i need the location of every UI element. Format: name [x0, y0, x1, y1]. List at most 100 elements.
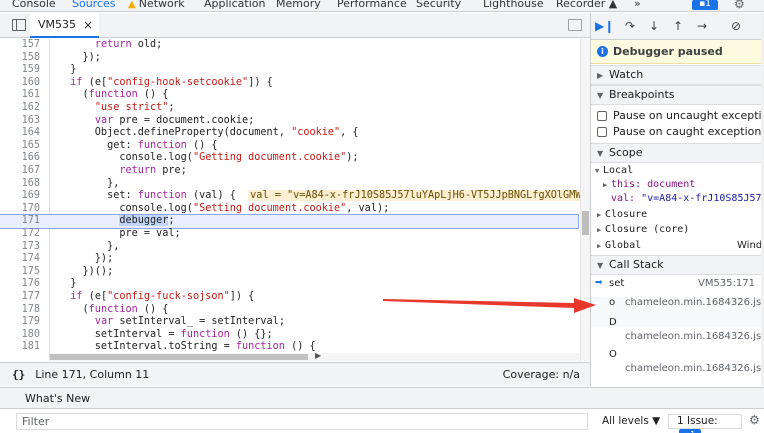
deactivate-breakpoints-icon[interactable]: ⊘	[727, 18, 745, 34]
expand-arrow-icon: ▶	[597, 211, 602, 219]
breakpoints-section-header[interactable]: ▼ Breakpoints	[591, 85, 764, 105]
line-number[interactable]: 176	[0, 278, 40, 291]
checkbox[interactable]	[597, 126, 607, 137]
scope-local[interactable]: ▼ Local	[595, 165, 633, 176]
step-into-icon[interactable]: ↓	[645, 18, 663, 34]
line-number[interactable]: 175	[0, 266, 40, 279]
pause-uncaught-option[interactable]: Pause on uncaught exceptions	[597, 109, 764, 122]
issues-badge[interactable]: ▪1	[692, 0, 718, 10]
line-number[interactable]: 169	[0, 190, 40, 203]
line-number[interactable]: 170	[0, 203, 40, 216]
code-line[interactable]: 173 },	[0, 241, 578, 254]
scope-closure-core[interactable]: ▶ Closure (core)	[597, 224, 689, 235]
code-line[interactable]: 178 (function () {	[0, 304, 578, 317]
scope-closure[interactable]: ▶ Closure	[597, 209, 647, 220]
code-line[interactable]: 175 })();	[0, 266, 578, 279]
line-number[interactable]: 160	[0, 77, 40, 90]
line-number[interactable]: 172	[0, 228, 40, 241]
checkbox[interactable]	[597, 110, 607, 121]
tab-application[interactable]: Application	[204, 0, 265, 10]
scroll-thumb[interactable]	[50, 354, 308, 360]
line-number[interactable]: 162	[0, 102, 40, 115]
tab-lighthouse[interactable]: Lighthouse	[483, 0, 544, 10]
toggle-navigator-icon[interactable]	[12, 19, 26, 31]
line-number[interactable]: 161	[0, 89, 40, 102]
line-number[interactable]: 166	[0, 152, 40, 165]
scope-val[interactable]: val: "v=A84-x-frJ10S85J57luYApLjH6-VT5JJ…	[611, 193, 764, 204]
code-line[interactable]: 180 setInterval = function () {};	[0, 329, 578, 342]
code-editor[interactable]: 157 return old; 158 }); 159 } 160 if (e["co…	[0, 39, 590, 361]
code-line[interactable]: 164 Object.defineProperty(document, "coo…	[0, 127, 578, 140]
line-number[interactable]: 177	[0, 291, 40, 304]
scope-section-header[interactable]: ▼ Scope	[591, 143, 764, 163]
line-number[interactable]: 163	[0, 115, 40, 128]
line-number[interactable]: 173	[0, 241, 40, 254]
call-stack-frame-o-upper[interactable]: O chameleon.min.1684326.js:1	[591, 349, 764, 379]
call-stack-frame-set[interactable]: ➡ set VM535:171	[591, 278, 764, 296]
code-line[interactable]: 166 console.log("Getting document.cookie…	[0, 152, 578, 165]
code-line[interactable]: 163 var pre = document.cookie;	[0, 115, 578, 128]
code-line[interactable]: 168 },	[0, 178, 578, 191]
file-tab-vm535[interactable]: VM535 ×	[30, 13, 100, 38]
line-number[interactable]: 174	[0, 253, 40, 266]
line-number[interactable]: 171	[0, 215, 40, 228]
code-line[interactable]: 165 get: function () {	[0, 140, 578, 153]
pause-caught-option[interactable]: Pause on caught exceptions	[597, 125, 764, 138]
step-out-icon[interactable]: ↑	[669, 18, 687, 34]
tab-memory[interactable]: Memory	[276, 0, 321, 10]
code-line[interactable]: 171 debugger;	[0, 214, 579, 229]
line-number[interactable]: 159	[0, 64, 40, 77]
code-line[interactable]: 176 }	[0, 278, 578, 291]
code-line[interactable]: 162 "use strict";	[0, 102, 578, 115]
scroll-right-icon[interactable]: ▶	[315, 351, 321, 360]
scope-global[interactable]: ▶GlobalWindow	[597, 240, 764, 251]
line-number[interactable]: 180	[0, 329, 40, 342]
resume-icon[interactable]: ▶❙	[595, 18, 614, 34]
watch-section-header[interactable]: ▶ Watch	[591, 65, 764, 85]
call-stack-frame-d[interactable]: D chameleon.min.1684326.js:1	[591, 317, 764, 347]
code-line[interactable]: 157 return old;	[0, 39, 578, 52]
line-number[interactable]: 178	[0, 304, 40, 317]
code-line[interactable]: 158 });	[0, 52, 578, 65]
line-number[interactable]: 181	[0, 341, 40, 354]
line-number[interactable]: 179	[0, 316, 40, 329]
whats-new-tab[interactable]: What's New	[25, 392, 90, 405]
tab-sources[interactable]: Sources	[72, 0, 116, 10]
code-line[interactable]: 174 });	[0, 253, 578, 266]
line-number[interactable]: 157	[0, 39, 40, 52]
toggle-debugger-sidebar-icon[interactable]	[568, 19, 582, 31]
code-line[interactable]: 161 (function () {	[0, 89, 578, 102]
console-settings-gear-icon[interactable]: ⚙	[749, 413, 760, 427]
scroll-thumb[interactable]	[582, 211, 589, 235]
code-line[interactable]: 160 if (e["config-hook-setcookie"]) {	[0, 77, 578, 90]
tab-recorder[interactable]: Recorder ▲	[556, 0, 617, 10]
code-line[interactable]: 172 pre = val;	[0, 228, 578, 241]
close-icon[interactable]: ×	[83, 18, 93, 32]
log-levels-dropdown[interactable]: All levels ▼	[602, 415, 660, 427]
line-number[interactable]: 165	[0, 140, 40, 153]
tab-security[interactable]: Security	[416, 0, 461, 10]
line-number[interactable]: 167	[0, 165, 40, 178]
line-number[interactable]: 158	[0, 52, 40, 65]
console-filter-input[interactable]: Filter	[16, 413, 588, 430]
pretty-print-icon[interactable]: {}	[12, 368, 25, 381]
more-tabs-icon[interactable]: »	[634, 0, 641, 10]
code-line[interactable]: 179 var setInterval_ = setInterval;	[0, 316, 578, 329]
scope-this[interactable]: ▶ this: document	[603, 179, 695, 190]
step-icon[interactable]: →	[693, 18, 711, 34]
code-line[interactable]: 169 set: function (val) { val = "v=A84-x…	[0, 190, 590, 203]
settings-gear-icon[interactable]: ⚙	[734, 0, 745, 11]
code-line[interactable]: 159 }	[0, 64, 578, 77]
issues-button[interactable]: 1 Issue: ▪1	[668, 414, 742, 433]
tab-performance[interactable]: Performance	[337, 0, 407, 10]
step-over-icon[interactable]: ↷	[621, 18, 639, 34]
line-number[interactable]: 164	[0, 127, 40, 140]
editor-vertical-scrollbar[interactable]	[580, 39, 590, 361]
call-stack-section-header[interactable]: ▼ Call Stack	[591, 255, 764, 275]
code-line[interactable]: 177 if (e["config-fuck-sojson"]) {	[0, 291, 578, 304]
code-line[interactable]: 170 console.log("Setting document.cookie…	[0, 203, 578, 216]
tab-console[interactable]: Console	[12, 0, 56, 10]
line-number[interactable]: 168	[0, 178, 40, 191]
code-line[interactable]: 167 return pre;	[0, 165, 578, 178]
tab-network[interactable]: ▲ Network	[128, 0, 185, 10]
